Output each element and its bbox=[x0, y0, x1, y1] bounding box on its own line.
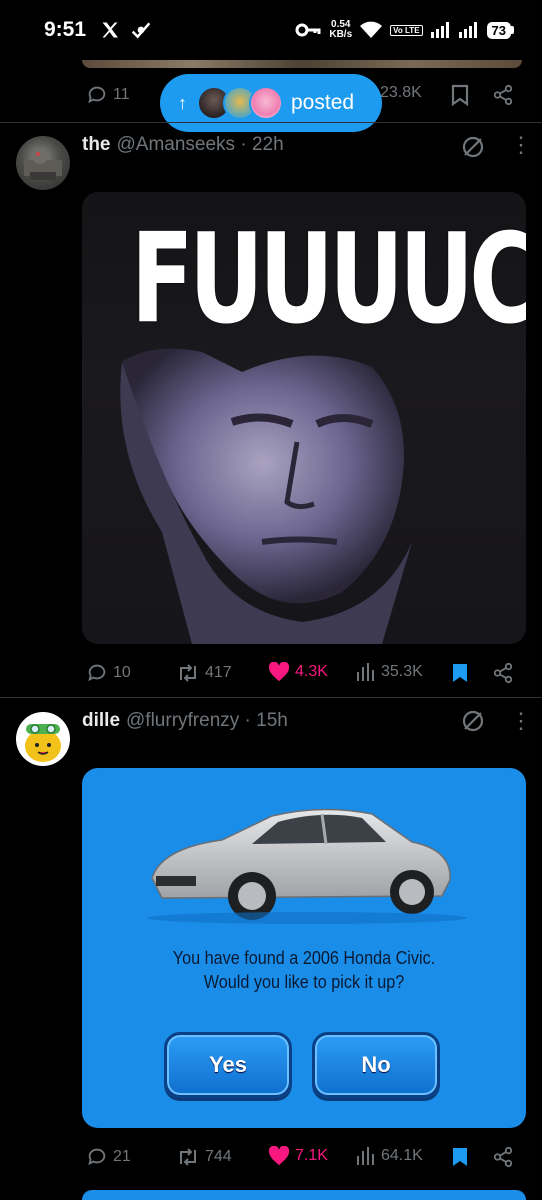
volte-badge: Vo LTE bbox=[390, 24, 423, 36]
divider bbox=[0, 697, 542, 698]
more-options-icon[interactable]: ⋮ bbox=[510, 708, 532, 734]
views-icon bbox=[357, 1147, 374, 1165]
posted-label: posted bbox=[291, 91, 355, 114]
views-button[interactable]: 64.1K bbox=[356, 1146, 423, 1166]
views-icon bbox=[357, 663, 374, 681]
bookmark-filled-icon bbox=[453, 1148, 467, 1166]
heart-filled-icon bbox=[268, 662, 290, 682]
meta-separator: · bbox=[235, 134, 252, 155]
reply-icon bbox=[88, 1148, 106, 1166]
share-icon bbox=[493, 1146, 513, 1168]
yes-button: Yes bbox=[164, 1032, 292, 1098]
divider bbox=[0, 122, 542, 123]
timestamp[interactable]: 15h bbox=[256, 710, 288, 732]
no-button: No bbox=[312, 1032, 440, 1098]
share-icon bbox=[493, 84, 513, 106]
battery-indicator: 73 bbox=[486, 21, 514, 39]
share-icon bbox=[493, 662, 513, 684]
network-speed: 0.54 KB/s bbox=[329, 19, 353, 40]
new-posts-pill[interactable]: ↑ posted bbox=[160, 74, 382, 132]
statue-face-image bbox=[120, 348, 413, 644]
avatar[interactable] bbox=[16, 136, 70, 190]
tweet-actions: 21 744 7.1K 64.1K bbox=[86, 1146, 526, 1170]
bookmark-button[interactable] bbox=[450, 662, 470, 684]
tweet-image[interactable]: FUUUUCK bbox=[82, 192, 526, 644]
honda-civic-image bbox=[147, 808, 467, 924]
bookmark-icon bbox=[451, 84, 469, 106]
like-button[interactable]: 4.3K bbox=[268, 662, 328, 682]
status-time: 9:51 bbox=[44, 18, 87, 41]
wifi-icon bbox=[360, 21, 383, 38]
reply-button[interactable]: 11 bbox=[86, 84, 130, 106]
status-bar: 9:51 0.54 KB/s Vo LTE 73 bbox=[0, 0, 542, 60]
bookmark-button[interactable] bbox=[450, 1146, 470, 1168]
arrow-up-icon: ↑ bbox=[178, 92, 187, 113]
display-name[interactable]: dille bbox=[82, 710, 120, 732]
retweet-button[interactable]: 417 bbox=[176, 662, 232, 684]
tweet-image[interactable]: You have found a 2006 Honda Civic. Would… bbox=[82, 768, 526, 1128]
signal-1-icon bbox=[430, 22, 449, 38]
share-button[interactable] bbox=[492, 84, 514, 106]
next-tweet-media[interactable] bbox=[82, 1190, 526, 1200]
grok-icon[interactable] bbox=[460, 134, 486, 160]
views-button[interactable]: 35.3K bbox=[356, 662, 423, 682]
avatar bbox=[249, 86, 283, 120]
bookmark-button[interactable] bbox=[450, 84, 470, 106]
retweet-icon bbox=[180, 1148, 196, 1166]
reply-icon bbox=[88, 86, 106, 104]
x-logo-icon bbox=[102, 22, 118, 38]
tweet-header: dille @flurryfrenzy · 15h bbox=[82, 710, 288, 732]
handle[interactable]: @flurryfrenzy bbox=[126, 710, 239, 732]
like-button[interactable]: 7.1K bbox=[268, 1146, 328, 1166]
grok-icon[interactable] bbox=[460, 708, 486, 734]
display-name[interactable]: the bbox=[82, 134, 111, 156]
previous-tweet-media[interactable] bbox=[82, 60, 522, 68]
key-icon bbox=[295, 23, 321, 37]
signal-2-icon bbox=[458, 22, 477, 38]
meta-separator: · bbox=[239, 710, 257, 731]
reply-button[interactable]: 21 bbox=[86, 1146, 131, 1168]
reply-icon bbox=[88, 664, 106, 682]
retweet-icon bbox=[180, 664, 196, 682]
handle[interactable]: @Amanseeks bbox=[117, 134, 236, 156]
retweet-button[interactable]: 744 bbox=[176, 1146, 232, 1168]
share-button[interactable] bbox=[492, 662, 514, 684]
dialog-message: You have found a 2006 Honda Civic. Would… bbox=[172, 948, 436, 992]
reply-button[interactable]: 10 bbox=[86, 662, 131, 684]
views-button[interactable]: 23.8K bbox=[380, 84, 422, 102]
share-button[interactable] bbox=[492, 1146, 514, 1168]
avatar[interactable] bbox=[16, 712, 70, 766]
timestamp[interactable]: 22h bbox=[252, 134, 284, 156]
tweet-actions: 10 417 4.3K 35.3K bbox=[86, 662, 526, 686]
vpn-check-icon bbox=[131, 22, 151, 39]
heart-filled-icon bbox=[268, 1146, 290, 1166]
more-options-icon[interactable]: ⋮ bbox=[510, 132, 532, 158]
bookmark-filled-icon bbox=[453, 664, 467, 682]
tweet-header: the @Amanseeks · 22h bbox=[82, 134, 284, 156]
